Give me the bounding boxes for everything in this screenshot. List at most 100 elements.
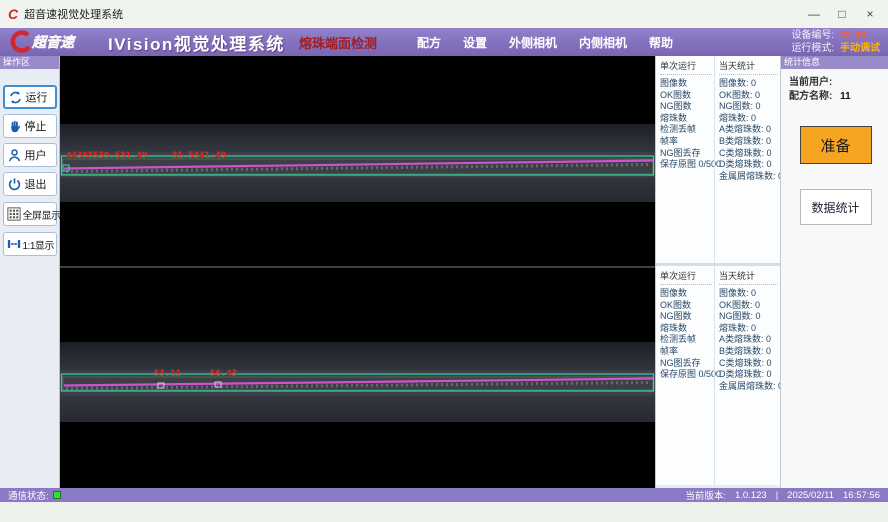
run-button[interactable]: 运行 [3,85,57,109]
one-to-one-icon [7,237,21,251]
menu-outer-camera[interactable]: 外侧相机 [509,34,557,51]
run-cycle-icon [8,90,23,105]
single-run-stats: 单次运行 图像数 OK图数 NG图数 熔珠数 检测丢帧 帧率 NG图丢存 保存原… [656,266,714,485]
prepare-button[interactable]: 准备 [800,126,872,164]
app-logo-icon: C [8,7,18,21]
recipe-name-value: 11 [840,91,851,102]
status-time: 16:57:56 [843,490,880,501]
info-panel-body: 当前用户: 配方名称: 11 准备 数据统计 [781,69,888,488]
stat-row: OK图数: 0 [719,90,778,102]
stat-row: NG图丢存 [660,358,712,370]
stat-row: 熔珠数 [660,323,712,335]
info-panel-title: 统计信息 [781,56,888,69]
window-controls: — □ × [800,3,884,25]
power-icon [7,177,22,192]
stat-row: NG图数: 0 [719,311,778,323]
outer-camera-view[interactable]: 44388539.531.49 31.5341.49 [60,56,655,266]
data-statistics-button[interactable]: 数据统计 [800,189,872,225]
maximize-icon[interactable]: □ [828,3,856,25]
desktop-strip [0,502,888,522]
stat-row: B类熔珠数: 0 [719,346,778,358]
stat-row: NG图丢存 [660,148,712,160]
stop-button-label: 停止 [25,118,47,134]
operation-sidebar: 操作区 运行 停止 [0,56,60,488]
current-user-row: 当前用户: [789,76,882,90]
comm-status-indicator [53,491,61,499]
fullscreen-button-label: 全屏显示 [23,207,61,222]
version-separator: | [776,490,778,501]
status-date: 2025/02/11 [787,490,834,501]
stat-row: A类熔珠数: 0 [719,124,778,136]
statistics-column: 单次运行 图像数 OK图数 NG图数 熔珠数 检测丢帧 帧率 NG图丢存 保存原… [655,56,780,488]
app-subtitle: 熔珠端面检测 [299,33,377,52]
brand-logo: 超音速 [8,30,104,54]
device-number-label: 设备编号: [791,30,834,41]
stat-row: 金属屑熔珠数: 0 [719,381,778,393]
minimize-icon[interactable]: — [800,3,828,25]
measurement-annotation: 56.43 [210,369,237,379]
stat-row: C类熔珠数: 0 [719,358,778,370]
stat-row: C类熔珠数: 0 [719,148,778,160]
app-header: 超音速 IVision视觉处理系统 熔珠端面检测 配方 设置 外侧相机 内侧相机… [0,28,888,56]
today-stats-title: 当天统计 [719,269,778,285]
single-run-title: 单次运行 [660,59,712,75]
stop-hand-icon [7,119,22,134]
close-icon[interactable]: × [856,3,884,25]
stat-row: 熔珠数: 0 [719,323,778,335]
user-button-label: 用户 [25,147,47,163]
stat-row: D类熔珠数: 0 [719,369,778,381]
version-label: 当前版本: [685,488,726,502]
inner-camera-stats-panel: 单次运行 图像数 OK图数 NG图数 熔珠数 检测丢帧 帧率 NG图丢存 保存原… [656,266,780,485]
fullscreen-grid-icon [7,207,21,221]
sidebar-title: 操作区 [0,56,59,69]
inner-camera-image: 53.11 56.43 [60,268,655,486]
run-button-label: 运行 [26,89,48,105]
one-to-one-button-label: 1:1显示 [23,237,54,252]
brand-text: 超音速 [31,34,77,50]
today-stats: 当天统计 图像数: 0 OK图数: 0 NG图数: 0 熔珠数: 0 A类熔珠数… [714,266,780,485]
stat-row: B类熔珠数: 0 [719,136,778,148]
stat-row: 图像数 [660,78,712,90]
menu-help[interactable]: 帮助 [649,34,673,51]
stat-row: 图像数 [660,288,712,300]
stat-row: NG图数: 0 [719,101,778,113]
stat-row: NG图数 [660,311,712,323]
comm-status-label: 通信状态: [8,488,49,502]
stat-row: 熔珠数 [660,113,712,125]
user-icon [7,148,22,163]
user-button[interactable]: 用户 [3,143,57,167]
run-mode-label: 运行模式: [791,43,834,54]
stat-row: 帧率 [660,136,712,148]
menu-inner-camera[interactable]: 内侧相机 [579,34,627,51]
outer-camera-stats-panel: 单次运行 图像数 OK图数 NG图数 熔珠数 检测丢帧 帧率 NG图丢存 保存原… [656,56,780,266]
stop-button[interactable]: 停止 [3,114,57,138]
statistics-info-panel: 统计信息 当前用户: 配方名称: 11 准备 数据统计 [780,56,888,488]
stat-row: 保存原图 0/500 [660,369,712,381]
stat-row: NG图数 [660,101,712,113]
recipe-name-label: 配方名称: [789,91,832,102]
version-value: 1.0.123 [735,490,767,501]
measurement-annotation: 44388539.531.49 [66,151,147,161]
fullscreen-button[interactable]: 全屏显示 [3,202,57,226]
one-to-one-button[interactable]: 1:1显示 [3,232,57,256]
sidebar-buttons: 运行 停止 用户 [0,69,59,261]
exit-button[interactable]: 退出 [3,172,57,196]
camera-views: 44388539.531.49 31.5341.49 [60,56,655,488]
stat-row: 金属屑熔珠数: 0 [719,171,778,183]
single-run-stats: 单次运行 图像数 OK图数 NG图数 熔珠数 检测丢帧 帧率 NG图丢存 保存原… [656,56,714,263]
stat-row: A类熔珠数: 0 [719,334,778,346]
stat-row: D类熔珠数: 0 [719,159,778,171]
device-number-row: 设备编号: 22-33 [791,29,880,42]
app-title: IVision视觉处理系统 [108,30,285,55]
today-stats-title: 当天统计 [719,59,778,75]
outer-camera-image: 44388539.531.49 31.5341.49 [60,56,655,266]
menu-recipe[interactable]: 配方 [417,34,441,51]
run-mode-row: 运行模式: 手动调试 [791,42,880,55]
current-user-label: 当前用户: [789,77,832,88]
stat-row: 图像数: 0 [719,288,778,300]
stat-row: OK图数 [660,300,712,312]
today-stats: 当天统计 图像数: 0 OK图数: 0 NG图数: 0 熔珠数: 0 A类熔珠数… [714,56,780,263]
run-mode-value: 手动调试 [840,43,880,54]
inner-camera-view[interactable]: 53.11 56.43 [60,268,655,486]
menu-settings[interactable]: 设置 [463,34,487,51]
